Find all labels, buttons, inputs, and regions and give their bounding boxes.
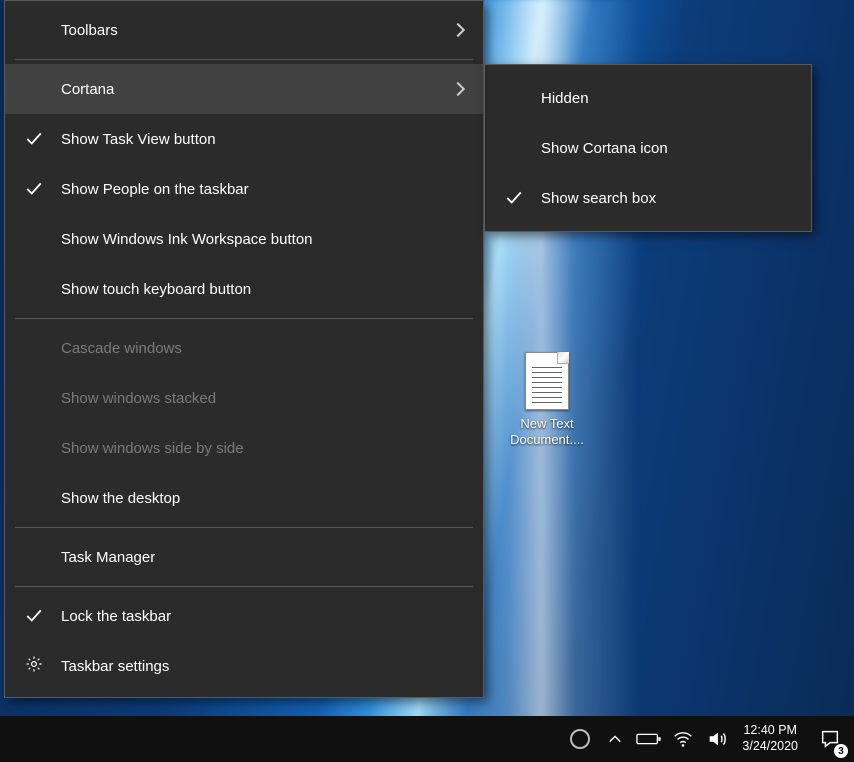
action-center-badge: 3: [834, 744, 848, 758]
tray-time: 12:40 PM: [742, 723, 798, 739]
submenu-item-hidden[interactable]: Hidden: [485, 73, 811, 123]
checkmark-icon: [25, 130, 43, 148]
menu-item-show-windows-side-by-side: Show windows side by side: [5, 423, 483, 473]
chevron-up-icon: [608, 732, 622, 746]
tray-clock[interactable]: 12:40 PM 3/24/2020: [734, 723, 806, 754]
speaker-icon: [706, 728, 728, 750]
menu-separator: [15, 59, 473, 60]
menu-separator: [15, 586, 473, 587]
taskbar-context-menu: Toolbars Cortana Show Task View button S…: [4, 0, 484, 698]
menu-separator: [15, 527, 473, 528]
battery-icon: [636, 731, 662, 747]
chevron-right-icon: [451, 23, 465, 37]
gear-icon: [25, 655, 43, 677]
tray-volume[interactable]: [700, 716, 734, 762]
submenu-item-show-cortana-icon[interactable]: Show Cortana icon: [485, 123, 811, 173]
text-document-icon: [525, 352, 569, 410]
menu-item-show-the-desktop[interactable]: Show the desktop: [5, 473, 483, 523]
tray-battery[interactable]: [632, 716, 666, 762]
tray-wifi[interactable]: [666, 716, 700, 762]
taskbar[interactable]: 12:40 PM 3/24/2020 3: [0, 716, 854, 762]
tray-date: 3/24/2020: [742, 739, 798, 755]
taskbar-cortana-button[interactable]: [562, 716, 598, 762]
menu-item-task-manager[interactable]: Task Manager: [5, 532, 483, 582]
wifi-icon: [672, 728, 694, 750]
checkmark-icon: [505, 189, 523, 207]
cortana-icon: [570, 729, 590, 749]
tray-show-hidden-icons[interactable]: [598, 716, 632, 762]
menu-item-cascade-windows: Cascade windows: [5, 323, 483, 373]
menu-item-show-task-view[interactable]: Show Task View button: [5, 114, 483, 164]
checkmark-icon: [25, 607, 43, 625]
menu-item-show-touch-keyboard[interactable]: Show touch keyboard button: [5, 264, 483, 314]
checkmark-icon: [25, 180, 43, 198]
menu-separator: [15, 318, 473, 319]
menu-item-cortana[interactable]: Cortana: [5, 64, 483, 114]
menu-item-toolbars[interactable]: Toolbars: [5, 5, 483, 55]
menu-item-taskbar-settings[interactable]: Taskbar settings: [5, 641, 483, 691]
desktop-icon-label: New Text Document....: [492, 416, 602, 449]
menu-item-lock-the-taskbar[interactable]: Lock the taskbar: [5, 591, 483, 641]
submenu-item-show-search-box[interactable]: Show search box: [485, 173, 811, 223]
chevron-right-icon: [451, 82, 465, 96]
tray-action-center[interactable]: 3: [806, 716, 854, 762]
menu-item-show-people[interactable]: Show People on the taskbar: [5, 164, 483, 214]
desktop-icon-new-text-document[interactable]: New Text Document....: [492, 352, 602, 449]
menu-item-show-windows-stacked: Show windows stacked: [5, 373, 483, 423]
cortana-submenu: Hidden Show Cortana icon Show search box: [484, 64, 812, 232]
menu-item-show-ink-workspace[interactable]: Show Windows Ink Workspace button: [5, 214, 483, 264]
